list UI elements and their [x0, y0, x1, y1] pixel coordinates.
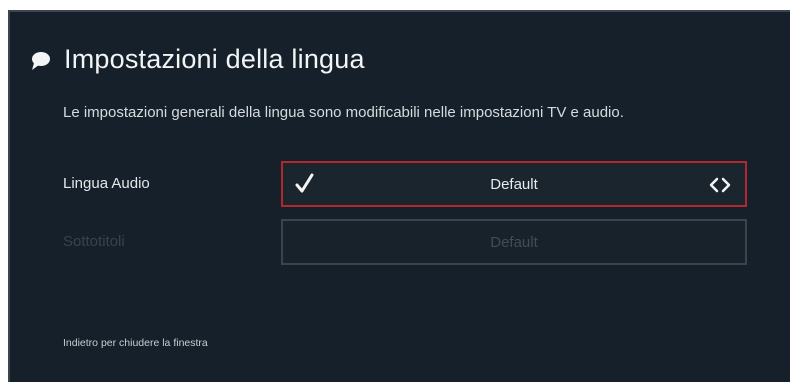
- language-settings-dialog: Impostazioni della lingua Le impostazion…: [8, 10, 790, 382]
- footer-hint: Indietro per chiudere la finestra: [63, 337, 208, 349]
- page-title: Impostazioni della lingua: [64, 44, 365, 74]
- chat-bubble-icon: [32, 51, 50, 70]
- dialog-subtitle: Le impostazioni generali della lingua so…: [63, 104, 624, 121]
- audio-language-selector[interactable]: Default: [281, 161, 747, 207]
- dialog-header: Impostazioni della lingua: [30, 44, 365, 75]
- left-right-arrows-icon[interactable]: [709, 176, 731, 194]
- audio-language-value: Default: [490, 175, 538, 193]
- subtitles-label: Sottotitoli: [63, 233, 125, 250]
- audio-language-label: Lingua Audio: [63, 175, 150, 192]
- subtitles-value: Default: [490, 233, 538, 251]
- subtitles-selector[interactable]: Default: [281, 219, 747, 265]
